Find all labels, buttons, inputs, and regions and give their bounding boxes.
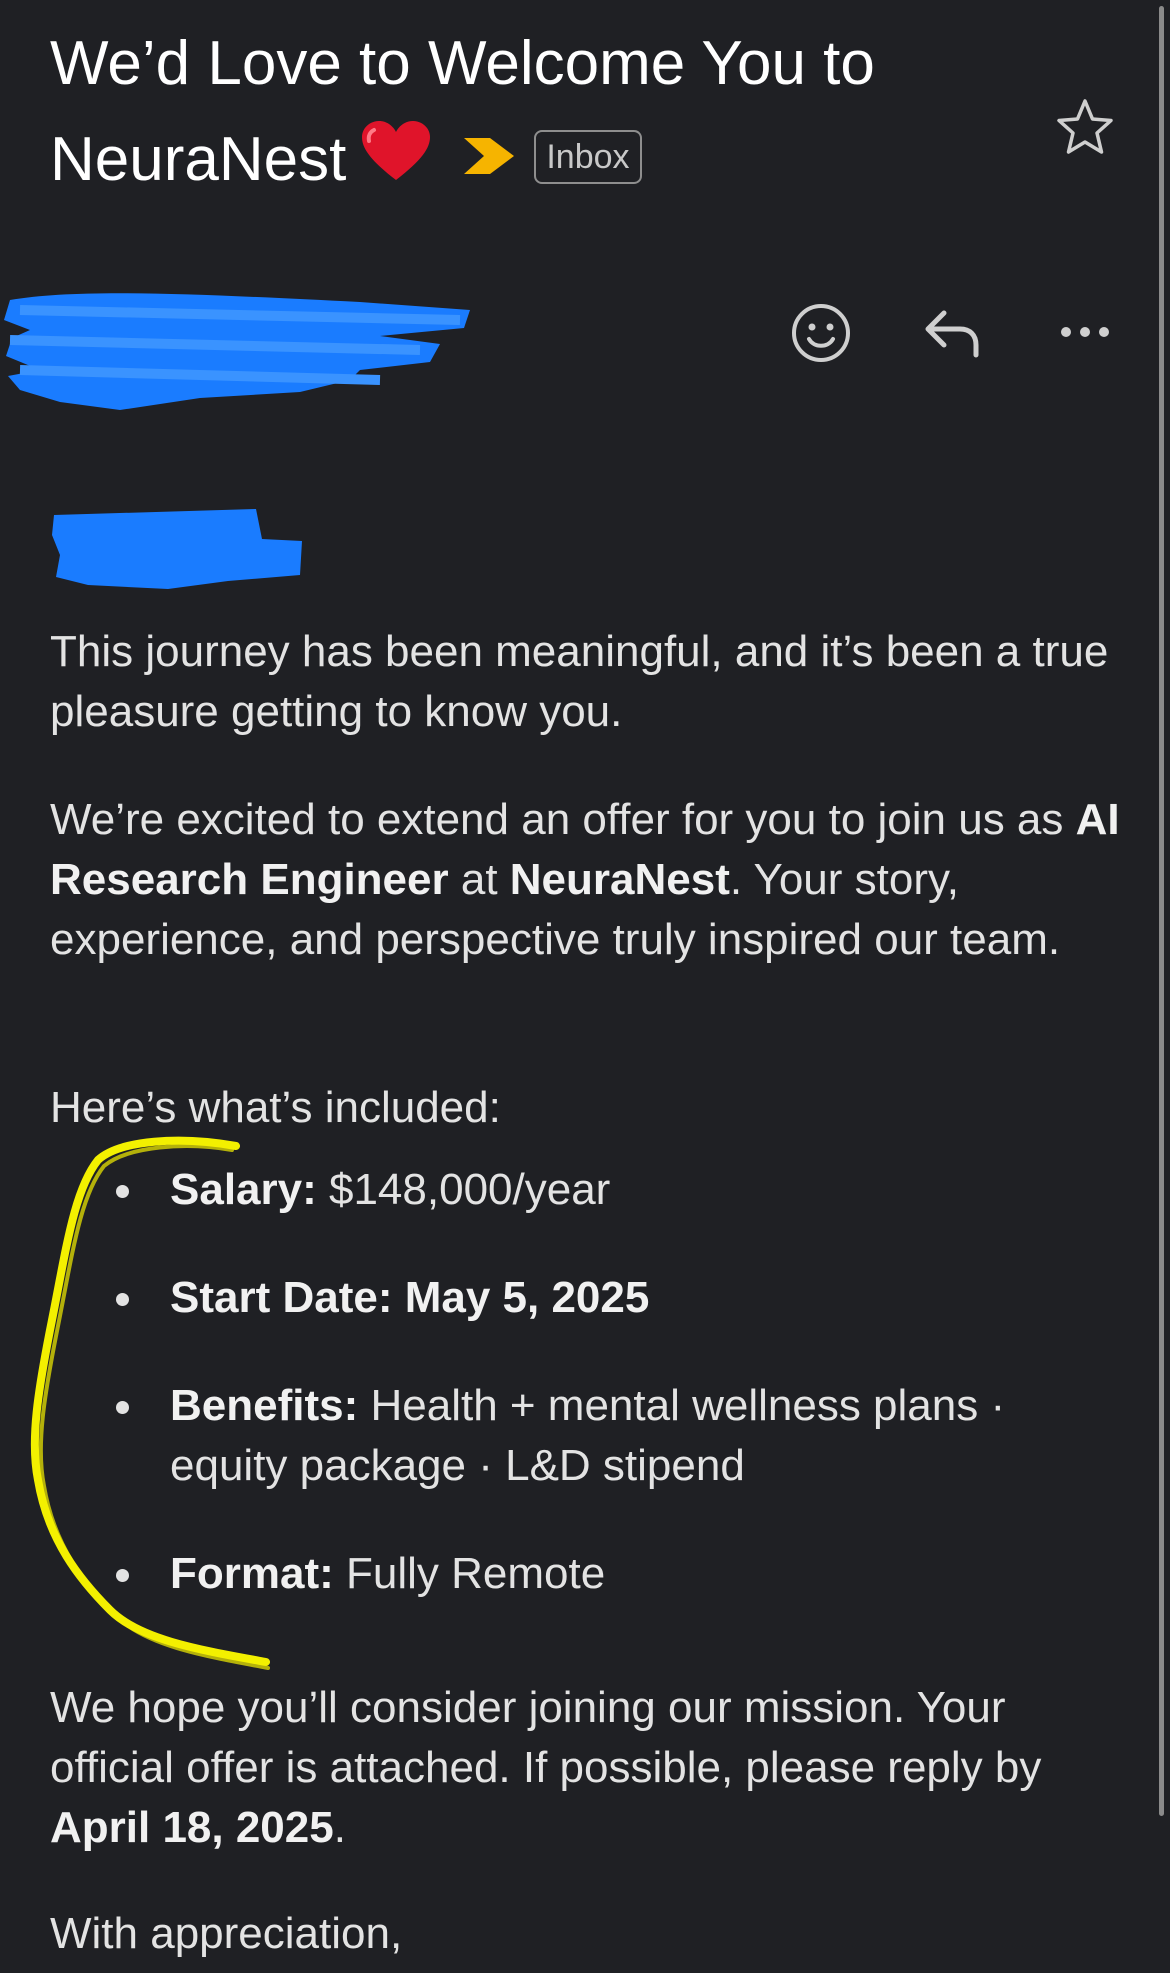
paragraph-closing: We hope you’ll consider joining our miss… bbox=[50, 1678, 1120, 1858]
subject-line-1: We’d Love to Welcome You to bbox=[50, 29, 875, 98]
list-item-start-date: Start Date: May 5, 2025 bbox=[50, 1268, 1120, 1328]
signoff: With appreciation, bbox=[50, 1909, 403, 1958]
red-heart-emoji-icon bbox=[360, 118, 432, 182]
benefits-label: Benefits: bbox=[170, 1381, 359, 1430]
closing-text: We hope you’ll consider joining our miss… bbox=[50, 1683, 1042, 1792]
reply-deadline: April 18, 2025 bbox=[50, 1803, 334, 1852]
subject-line-2: NeuraNest bbox=[50, 125, 347, 194]
offer-details-list: Salary: $148,000/year Start Date: May 5,… bbox=[50, 1160, 1120, 1652]
list-item-format: Format: Fully Remote bbox=[50, 1544, 1120, 1604]
closing-period: . bbox=[333, 1803, 346, 1852]
star-icon[interactable] bbox=[1053, 95, 1117, 159]
redacted-greeting bbox=[52, 509, 302, 589]
included-heading: Here’s what’s included: bbox=[50, 1083, 501, 1132]
redacted-sender-name bbox=[4, 293, 470, 410]
format-label: Format: bbox=[170, 1549, 334, 1598]
paragraph-offer: We’re excited to extend an offer for you… bbox=[50, 790, 1120, 970]
importance-marker-icon[interactable] bbox=[462, 110, 516, 174]
list-item-benefits: Benefits: Health + mental wellness plans… bbox=[50, 1376, 1120, 1496]
offer-text-mid: at bbox=[448, 855, 510, 904]
salary-value: $148,000/year bbox=[316, 1165, 611, 1214]
format-value: Fully Remote bbox=[333, 1549, 606, 1598]
email-subject: We’d Love to Welcome You to NeuraNest Inb… bbox=[50, 18, 1030, 206]
offer-text-pre: We’re excited to extend an offer for you… bbox=[50, 795, 1076, 844]
scrollbar[interactable] bbox=[1159, 6, 1164, 1816]
more-options-icon[interactable] bbox=[1058, 322, 1112, 347]
inbox-label-chip[interactable]: Inbox bbox=[534, 130, 642, 184]
offer-company: NeuraNest bbox=[509, 855, 730, 904]
list-item-salary: Salary: $148,000/year bbox=[50, 1160, 1120, 1220]
salary-label: Salary: bbox=[170, 1165, 317, 1214]
paragraph-intro: This journey has been meaningful, and it… bbox=[50, 627, 1109, 736]
start-date-label: Start Date: May 5, 2025 bbox=[170, 1273, 650, 1322]
emoji-react-icon[interactable] bbox=[790, 302, 852, 369]
reply-icon[interactable] bbox=[922, 305, 982, 366]
